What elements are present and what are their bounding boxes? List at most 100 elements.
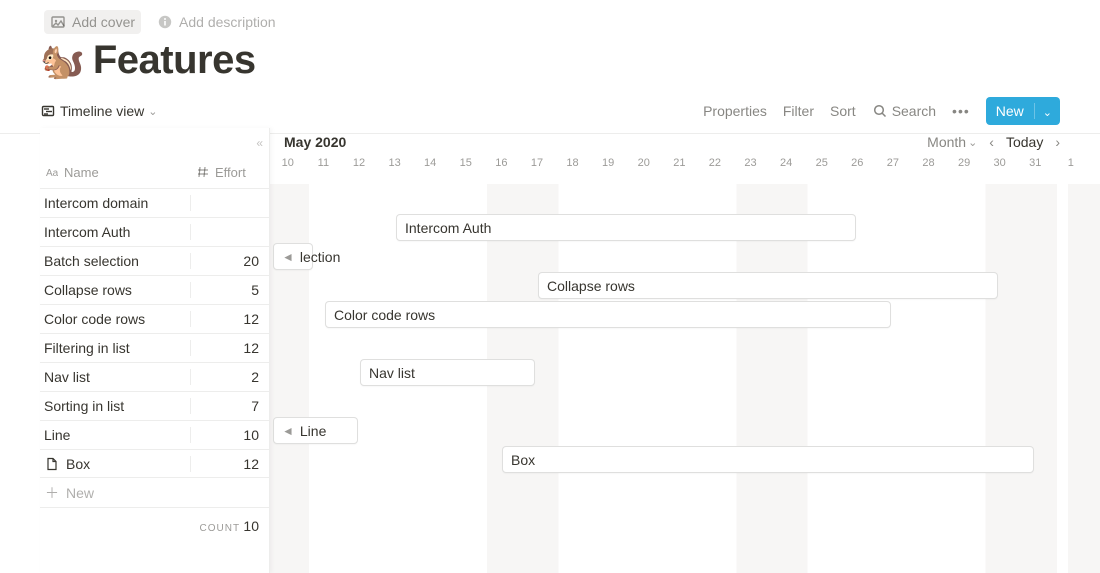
timeline-month: May 2020 xyxy=(284,134,346,150)
day-tick: 29 xyxy=(946,157,982,169)
svg-text:Aa: Aa xyxy=(46,168,58,178)
bar-label: Nav list xyxy=(369,365,415,381)
cell-effort[interactable]: 2 xyxy=(191,369,269,385)
table-pane: « Aa Name Effort Intercom domain Intercom… xyxy=(40,128,270,573)
search-label: Search xyxy=(892,103,936,119)
table-row[interactable]: Sorting in list7 xyxy=(40,391,269,420)
column-name-label: Name xyxy=(64,165,99,180)
timeline-bar[interactable]: ◄Line xyxy=(273,417,358,444)
cell-effort[interactable]: 5 xyxy=(191,282,269,298)
cell-name[interactable]: Batch selection xyxy=(40,253,191,269)
table-row[interactable]: Intercom domain xyxy=(40,188,269,217)
timeline-bar[interactable]: Collapse rows xyxy=(538,272,998,299)
filter-button[interactable]: Filter xyxy=(783,103,814,119)
cell-effort[interactable]: 7 xyxy=(191,398,269,414)
scale-label: Month xyxy=(927,134,966,150)
cell-name[interactable]: Intercom Auth xyxy=(40,224,191,240)
day-tick: 14 xyxy=(412,157,448,169)
search-icon xyxy=(872,103,888,119)
day-tick: 12 xyxy=(341,157,377,169)
cell-name[interactable]: Nav list xyxy=(40,369,191,385)
timeline-bar[interactable]: Nav list xyxy=(360,359,535,386)
row-count: COUNT 10 xyxy=(40,508,269,534)
new-button-dropdown[interactable]: ⌄ xyxy=(1034,103,1060,119)
today-button[interactable]: Today xyxy=(1006,134,1043,150)
sort-button[interactable]: Sort xyxy=(830,103,856,119)
plus-icon: ＋ xyxy=(44,485,60,501)
cell-name[interactable]: Sorting in list xyxy=(40,398,191,414)
add-row-button[interactable]: ＋ New xyxy=(40,478,269,508)
cell-name[interactable]: Color code rows xyxy=(40,311,191,327)
new-button-label: New xyxy=(986,103,1034,119)
page-emoji[interactable]: 🐿️ xyxy=(40,43,85,79)
view-name: Timeline view xyxy=(60,103,144,119)
cell-name[interactable]: Line xyxy=(40,427,191,443)
timeline-bar[interactable]: Color code rows xyxy=(325,301,891,328)
timeline-bar[interactable]: Box xyxy=(502,446,1034,473)
number-prop-icon xyxy=(195,164,211,180)
bar-label: Box xyxy=(511,452,535,468)
day-tick: 11 xyxy=(306,157,342,169)
cell-effort[interactable]: 12 xyxy=(191,456,269,472)
cell-effort[interactable]: 12 xyxy=(191,340,269,356)
column-name[interactable]: Aa Name xyxy=(40,164,191,180)
table-row[interactable]: Collapse rows5 xyxy=(40,275,269,304)
new-button[interactable]: New ⌄ xyxy=(986,97,1060,125)
day-tick: 31 xyxy=(1017,157,1053,169)
table-row[interactable]: Filtering in list12 xyxy=(40,333,269,362)
table-row[interactable]: Line10 xyxy=(40,420,269,449)
info-icon xyxy=(157,14,173,30)
column-effort[interactable]: Effort xyxy=(191,164,269,180)
column-effort-label: Effort xyxy=(215,165,246,180)
search-button[interactable]: Search xyxy=(872,103,936,119)
day-tick: 10 xyxy=(270,157,306,169)
add-cover-label: Add cover xyxy=(72,14,135,30)
page-title[interactable]: Features xyxy=(93,38,256,83)
more-button[interactable]: ••• xyxy=(952,103,970,119)
day-tick: 19 xyxy=(590,157,626,169)
day-tick: 21 xyxy=(662,157,698,169)
count-label: COUNT xyxy=(200,523,241,534)
cell-name[interactable]: Filtering in list xyxy=(40,340,191,356)
scale-switcher[interactable]: Month ⌄ xyxy=(927,134,977,150)
timeline-bar[interactable]: ◄lection xyxy=(273,243,313,270)
bar-label: Line xyxy=(300,423,326,439)
timeline-scale: 1011121314151617181920212223242526272829… xyxy=(270,154,1100,172)
day-tick: 16 xyxy=(484,157,520,169)
table-row[interactable]: Intercom Auth xyxy=(40,217,269,246)
cell-name[interactable]: Box xyxy=(40,456,191,472)
add-row-label: New xyxy=(66,485,94,501)
table-row[interactable]: Box12 xyxy=(40,449,269,478)
table-row[interactable]: Color code rows12 xyxy=(40,304,269,333)
table-row[interactable]: Nav list2 xyxy=(40,362,269,391)
day-tick: 22 xyxy=(697,157,733,169)
cell-effort[interactable]: 12 xyxy=(191,311,269,327)
bar-label: Collapse rows xyxy=(547,278,635,294)
chevron-down-icon: ⌄ xyxy=(968,136,977,149)
day-tick: 2 xyxy=(1089,157,1100,169)
day-tick: 27 xyxy=(875,157,911,169)
timeline-bar[interactable]: Intercom Auth xyxy=(396,214,856,241)
cell-name[interactable]: Intercom domain xyxy=(40,195,191,211)
properties-button[interactable]: Properties xyxy=(703,103,767,119)
day-tick: 18 xyxy=(555,157,591,169)
table-row[interactable]: Batch selection20 xyxy=(40,246,269,275)
next-period-button[interactable]: › xyxy=(1055,134,1060,150)
day-tick: 1 xyxy=(1053,157,1089,169)
chevron-down-icon: ⌄ xyxy=(148,105,157,118)
image-icon xyxy=(50,14,66,30)
prev-period-button[interactable]: ‹ xyxy=(989,134,994,150)
cell-name[interactable]: Collapse rows xyxy=(40,282,191,298)
add-cover-button[interactable]: Add cover xyxy=(44,10,141,34)
title-prop-icon: Aa xyxy=(44,164,60,180)
view-switcher[interactable]: Timeline view ⌄ xyxy=(40,103,158,119)
collapse-table-button[interactable]: « xyxy=(256,136,263,150)
day-tick: 24 xyxy=(768,157,804,169)
cell-effort[interactable]: 10 xyxy=(191,427,269,443)
add-description-button[interactable]: Add description xyxy=(151,10,282,34)
day-tick: 25 xyxy=(804,157,840,169)
day-tick: 20 xyxy=(626,157,662,169)
timeline-pane: May 2020 Month ⌄ ‹ Today › 1011121314151… xyxy=(270,128,1100,573)
cell-effort[interactable]: 20 xyxy=(191,253,269,269)
chevron-down-icon: ⌄ xyxy=(1043,107,1052,119)
